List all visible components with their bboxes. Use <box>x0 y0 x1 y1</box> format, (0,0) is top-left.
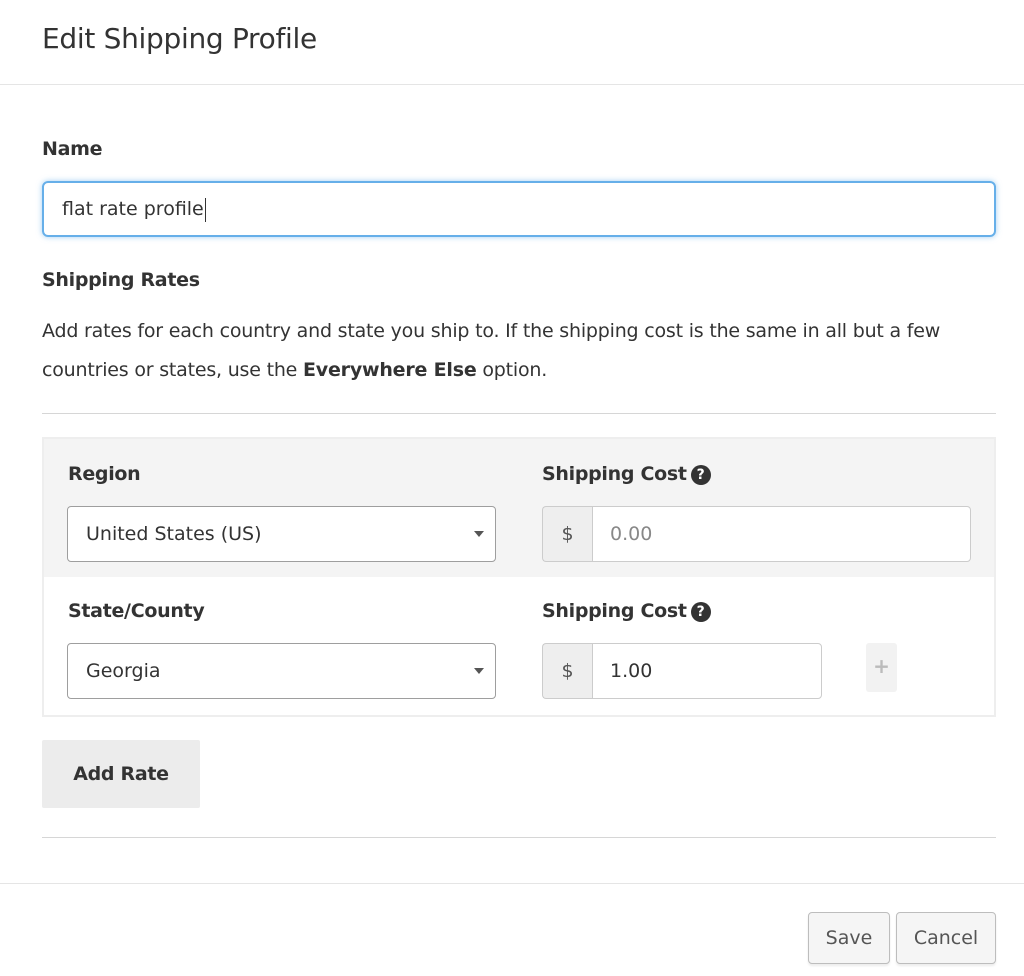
state-county-label: State/County <box>68 600 205 622</box>
region-shipping-cost-label: Shipping Cost? <box>542 463 711 485</box>
modal-header: Edit Shipping Profile <box>0 0 1024 85</box>
shipping-rates-heading: Shipping Rates <box>42 269 200 291</box>
region-select-value: United States (US) <box>86 523 262 545</box>
help-text-bold: Everywhere Else <box>303 359 477 381</box>
question-circle-icon[interactable]: ? <box>690 465 711 485</box>
currency-addon: $ <box>542 506 592 562</box>
cancel-button[interactable]: Cancel <box>896 912 996 964</box>
help-text-suffix: option. <box>476 359 548 381</box>
divider <box>42 837 996 838</box>
state-select[interactable]: Georgia <box>67 643 496 699</box>
state-cost-input[interactable]: 1.00 <box>592 643 822 699</box>
name-input-value: flat rate profile <box>62 198 204 220</box>
question-circle-icon[interactable]: ? <box>690 602 711 622</box>
region-select[interactable]: United States (US) <box>67 506 496 562</box>
shipping-rates-help-text: Add rates for each country and state you… <box>42 312 1002 390</box>
modal-footer-divider <box>0 883 1024 884</box>
state-shipping-cost-label: Shipping Cost? <box>542 600 711 622</box>
state-shipping-cost-label-text: Shipping Cost <box>542 600 687 622</box>
name-input[interactable]: flat rate profile <box>42 181 996 237</box>
region-label: Region <box>68 463 141 485</box>
state-cost-input-group: $ 1.00 <box>542 643 822 699</box>
modal-title: Edit Shipping Profile <box>42 22 317 55</box>
divider <box>42 413 996 414</box>
currency-addon: $ <box>542 643 592 699</box>
region-shipping-cost-label-text: Shipping Cost <box>542 463 687 485</box>
edit-shipping-profile-modal: Edit Shipping Profile Name flat rate pro… <box>0 0 1024 976</box>
add-rate-button[interactable]: Add Rate <box>42 740 200 808</box>
caret-down-icon <box>474 531 484 537</box>
text-cursor <box>204 197 206 222</box>
state-select-value: Georgia <box>86 660 161 682</box>
add-state-rate-button[interactable]: + <box>866 643 897 692</box>
region-cost-input-group: $ 0.00 <box>542 506 971 562</box>
caret-down-icon <box>474 668 484 674</box>
save-button[interactable]: Save <box>808 912 890 964</box>
region-cost-input[interactable]: 0.00 <box>592 506 971 562</box>
name-label: Name <box>42 138 103 160</box>
plus-icon: + <box>873 654 890 678</box>
